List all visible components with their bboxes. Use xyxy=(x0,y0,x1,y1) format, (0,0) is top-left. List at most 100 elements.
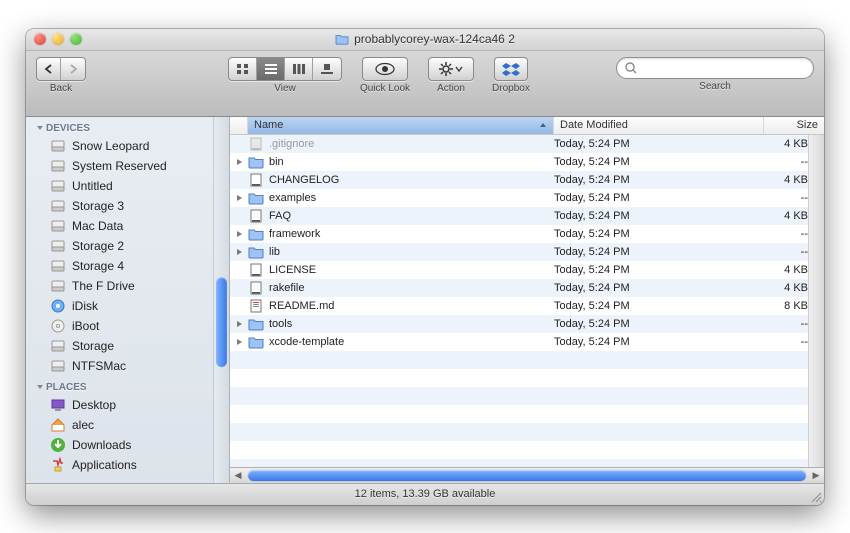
view-switcher xyxy=(228,57,342,81)
table-row[interactable]: README.mdToday, 5:24 PM8 KB xyxy=(230,297,824,315)
folder-icon xyxy=(248,335,264,349)
sidebar-item[interactable]: The F Drive xyxy=(26,276,229,296)
sidebar-scroll-thumb[interactable] xyxy=(216,277,227,367)
sidebar-item[interactable]: Storage 2 xyxy=(26,236,229,256)
search-field[interactable] xyxy=(616,57,814,79)
file-name: FAQ xyxy=(269,210,291,222)
table-row[interactable]: frameworkToday, 5:24 PM-- xyxy=(230,225,824,243)
search-icon xyxy=(625,62,637,74)
disclosure-cell[interactable] xyxy=(230,158,248,166)
sidebar-item-label: alec xyxy=(72,418,94,432)
view-icons-button[interactable] xyxy=(229,58,257,80)
sidebar-item[interactable]: Downloads xyxy=(26,435,229,455)
forward-button[interactable] xyxy=(61,58,85,80)
back-button[interactable] xyxy=(37,58,61,80)
folder-icon xyxy=(248,155,264,169)
sidebar-item[interactable]: iBoot xyxy=(26,316,229,336)
sidebar-item-label: Desktop xyxy=(72,398,116,412)
sidebar-item-label: System Reserved xyxy=(72,159,167,173)
table-row[interactable]: .gitignoreToday, 5:24 PM4 KB xyxy=(230,135,824,153)
sidebar-item[interactable]: Untitled xyxy=(26,176,229,196)
file-date: Today, 5:24 PM xyxy=(554,246,764,258)
disc-icon xyxy=(50,318,66,334)
folder-icon xyxy=(248,227,264,241)
view-coverflow-button[interactable] xyxy=(313,58,341,80)
column-name[interactable]: Name xyxy=(248,117,554,134)
disclosure-cell[interactable] xyxy=(230,320,248,328)
file-name: xcode-template xyxy=(269,336,344,348)
sidebar-item[interactable]: Applications xyxy=(26,455,229,475)
vertical-scrollbar[interactable] xyxy=(808,135,824,467)
table-row[interactable]: libToday, 5:24 PM-- xyxy=(230,243,824,261)
sidebar-scrollbar[interactable] xyxy=(213,117,229,483)
sidebar-item[interactable]: System Reserved xyxy=(26,156,229,176)
disclosure-cell[interactable] xyxy=(230,248,248,256)
titlebar[interactable]: probablycorey-wax-124ca46 2 xyxy=(26,29,824,51)
table-row[interactable] xyxy=(230,405,824,423)
horizontal-scrollbar[interactable]: ◀ ▶ xyxy=(230,467,824,483)
folder-proxy-icon[interactable] xyxy=(335,33,349,45)
sidebar-item[interactable]: Desktop xyxy=(26,395,229,415)
table-row[interactable]: CHANGELOGToday, 5:24 PM4 KB xyxy=(230,171,824,189)
action-button[interactable] xyxy=(428,57,474,81)
table-row[interactable]: toolsToday, 5:24 PM-- xyxy=(230,315,824,333)
dropbox-label: Dropbox xyxy=(492,83,530,94)
file-date: Today, 5:24 PM xyxy=(554,264,764,276)
back-label: Back xyxy=(50,83,72,94)
file-icon xyxy=(248,137,264,151)
sidebar-item-label: The F Drive xyxy=(72,279,135,293)
table-row[interactable]: LICENSEToday, 5:24 PM4 KB xyxy=(230,261,824,279)
table-row[interactable] xyxy=(230,351,824,369)
sidebar-item[interactable]: alec xyxy=(26,415,229,435)
table-row[interactable]: FAQToday, 5:24 PM4 KB xyxy=(230,207,824,225)
view-list-button[interactable] xyxy=(257,58,285,80)
disclosure-cell[interactable] xyxy=(230,230,248,238)
search-input[interactable] xyxy=(641,62,805,74)
sidebar-item[interactable]: iDisk xyxy=(26,296,229,316)
status-bar: 12 items, 13.39 GB available xyxy=(26,483,824,505)
file-date: Today, 5:24 PM xyxy=(554,138,764,150)
folder-icon xyxy=(248,245,264,259)
disclosure-cell[interactable] xyxy=(230,194,248,202)
table-row[interactable]: examplesToday, 5:24 PM-- xyxy=(230,189,824,207)
column-disclosure[interactable] xyxy=(230,117,248,134)
column-size[interactable]: Size xyxy=(764,117,824,134)
table-row[interactable] xyxy=(230,369,824,387)
table-row[interactable]: rakefileToday, 5:24 PM4 KB xyxy=(230,279,824,297)
file-date: Today, 5:24 PM xyxy=(554,192,764,204)
sidebar-section-header[interactable]: PLACES xyxy=(26,376,229,395)
table-row[interactable] xyxy=(230,441,824,459)
table-row[interactable] xyxy=(230,387,824,405)
sidebar-item-label: Storage 4 xyxy=(72,259,124,273)
sidebar-item-label: Downloads xyxy=(72,438,131,452)
file-date: Today, 5:24 PM xyxy=(554,156,764,168)
file-date: Today, 5:24 PM xyxy=(554,300,764,312)
table-row[interactable] xyxy=(230,459,824,467)
table-row[interactable]: xcode-templateToday, 5:24 PM-- xyxy=(230,333,824,351)
table-row[interactable] xyxy=(230,423,824,441)
sidebar-item-label: iBoot xyxy=(72,319,99,333)
view-columns-button[interactable] xyxy=(285,58,313,80)
table-row[interactable]: binToday, 5:24 PM-- xyxy=(230,153,824,171)
horizontal-scroll-thumb[interactable] xyxy=(248,470,806,481)
back-forward-group xyxy=(36,57,86,81)
eye-icon xyxy=(375,62,395,76)
file-icon xyxy=(248,299,264,313)
sidebar-item[interactable]: Mac Data xyxy=(26,216,229,236)
chevron-down-icon xyxy=(455,66,463,72)
column-headers: Name Date Modified Size xyxy=(230,117,824,135)
window-title: probablycorey-wax-124ca46 2 xyxy=(26,32,824,46)
sidebar-section-header[interactable]: DEVICES xyxy=(26,117,229,136)
sidebar-item[interactable]: NTFSMac xyxy=(26,356,229,376)
resize-handle[interactable] xyxy=(810,491,822,503)
sidebar-item[interactable]: Storage 4 xyxy=(26,256,229,276)
sidebar-item[interactable]: Snow Leopard xyxy=(26,136,229,156)
column-date[interactable]: Date Modified xyxy=(554,117,764,134)
disclosure-triangle-icon xyxy=(36,124,44,132)
sidebar-item[interactable]: Storage 3 xyxy=(26,196,229,216)
disclosure-cell[interactable] xyxy=(230,338,248,346)
quicklook-button[interactable] xyxy=(362,57,408,81)
sidebar-item[interactable]: Storage xyxy=(26,336,229,356)
dropbox-button[interactable] xyxy=(494,57,528,81)
sidebar-item-label: Applications xyxy=(72,458,137,472)
